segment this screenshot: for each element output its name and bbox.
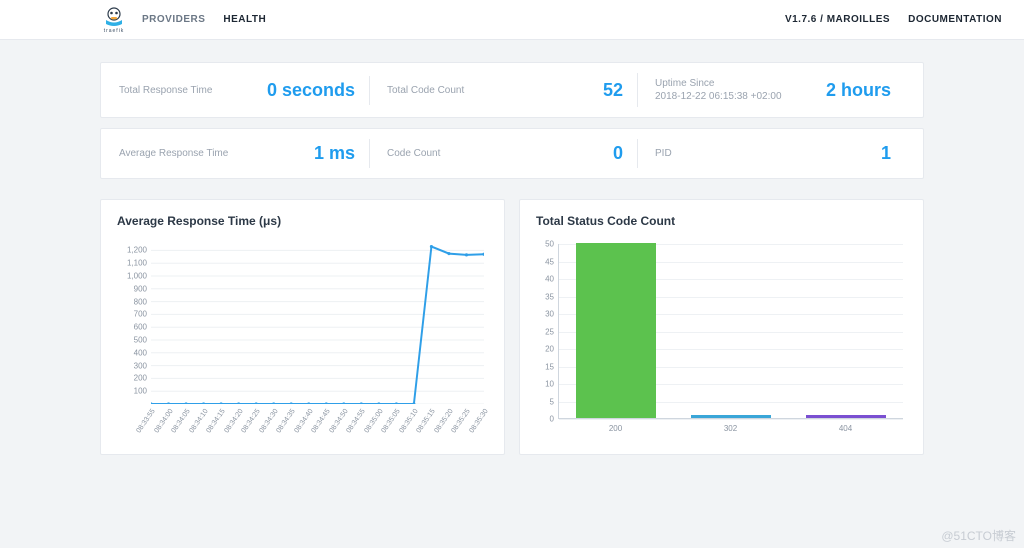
stat-total-code-count: Total Code Count 52 xyxy=(369,80,637,101)
logo[interactable]: traefik xyxy=(100,5,128,35)
watermark: @51CTO博客 xyxy=(941,527,1016,544)
stat-label: Total Response Time xyxy=(119,84,212,97)
bar-x-axis: 200302404 xyxy=(558,424,903,433)
stats-row-2: Average Response Time 1 ms Code Count 0 … xyxy=(100,128,924,179)
stat-value: 2 hours xyxy=(826,80,905,101)
stat-label: Uptime Since 2018-12-22 06:15:38 +02:00 xyxy=(655,77,782,103)
stat-uptime: Uptime Since 2018-12-22 06:15:38 +02:00 … xyxy=(637,77,905,103)
stat-label: Total Code Count xyxy=(387,84,464,97)
nav-health[interactable]: HEALTH xyxy=(223,14,266,25)
chart-avg-response-time: Average Response Time (μs) 1002003004005… xyxy=(100,199,505,455)
stat-value: 1 ms xyxy=(314,143,369,164)
stat-value: 0 seconds xyxy=(267,80,369,101)
chart-status-code-count: Total Status Code Count 0510152025303540… xyxy=(519,199,924,455)
bar-404 xyxy=(806,415,886,419)
chart-title: Average Response Time (μs) xyxy=(117,214,488,228)
top-nav: traefik PROVIDERS HEALTH V1.7.6 / MAROIL… xyxy=(0,0,1024,40)
stat-label: Average Response Time xyxy=(119,147,228,160)
bar-302 xyxy=(691,415,771,419)
charts-row: Average Response Time (μs) 1002003004005… xyxy=(100,199,924,455)
stat-value: 52 xyxy=(603,80,637,101)
nav-docs[interactable]: DOCUMENTATION xyxy=(908,14,1002,25)
nav-version: V1.7.6 / MAROILLES xyxy=(785,14,890,25)
nav-left: PROVIDERS HEALTH xyxy=(142,14,266,25)
stat-code-count: Code Count 0 xyxy=(369,143,637,164)
logo-text: traefik xyxy=(104,28,125,34)
line-x-axis: 08:33:5508:34:0008:34:0508:34:1008:34:15… xyxy=(151,408,484,444)
stat-average-response-time: Average Response Time 1 ms xyxy=(119,143,369,164)
bar-plot xyxy=(558,244,903,419)
stat-value: 0 xyxy=(613,143,637,164)
line-svg xyxy=(151,244,484,404)
stats-row-1: Total Response Time 0 seconds Total Code… xyxy=(100,62,924,118)
traefik-logo-icon xyxy=(103,7,125,27)
stat-value: 1 xyxy=(881,143,905,164)
stat-pid: PID 1 xyxy=(637,143,905,164)
line-chart-area: 1002003004005006007008009001,0001,1001,2… xyxy=(117,244,488,444)
nav-providers[interactable]: PROVIDERS xyxy=(142,14,205,25)
bar-chart-area: 05101520253035404550 200302404 xyxy=(536,244,907,444)
page-body: Total Response Time 0 seconds Total Code… xyxy=(0,40,1024,455)
stat-total-response-time: Total Response Time 0 seconds xyxy=(119,80,369,101)
nav-right: V1.7.6 / MAROILLES DOCUMENTATION xyxy=(785,14,1002,25)
chart-title: Total Status Code Count xyxy=(536,214,907,228)
stat-label: Code Count xyxy=(387,147,440,160)
stat-label: PID xyxy=(655,147,672,160)
bar-200 xyxy=(576,243,656,418)
line-plot xyxy=(151,244,484,404)
